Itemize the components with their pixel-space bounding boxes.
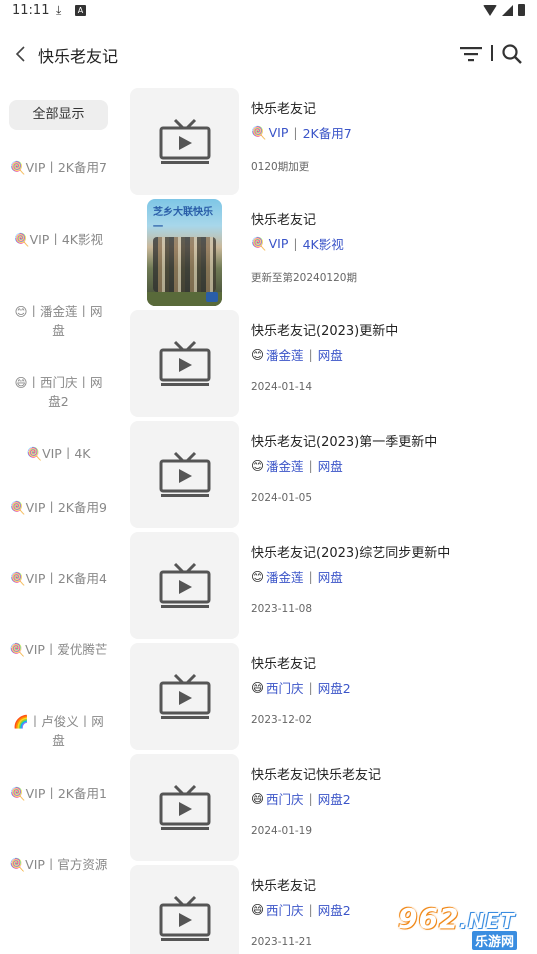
search-icon[interactable] [501, 43, 523, 65]
thumbnail[interactable] [130, 754, 239, 861]
result-source: 😊 潘金莲 | 网盘 [251, 569, 343, 585]
sidebar-item-source[interactable]: 🌈丨卢俊义丨网盘 [9, 712, 108, 750]
list-item[interactable]: 快乐老友记(2023)第一季更新中 😊 潘金莲 | 网盘 2024-01-05 [130, 421, 530, 529]
result-note: 2023-11-21 [251, 936, 313, 948]
list-item[interactable]: 快乐老友记 🍭 VIP | 2K备用7 0120期加更 [130, 88, 530, 196]
sidebar-item-source[interactable]: 🍭VIP丨官方资源 [9, 855, 108, 874]
list-item[interactable]: 芝乡大联快乐一 快乐老友记 🍭 VIP | 4K影视 更新至第20240120期 [130, 199, 530, 307]
result-note: 2023-11-08 [251, 603, 313, 615]
app-header: 快乐老友记 [0, 30, 537, 78]
result-source: 😄 西门庆 | 网盘2 [251, 902, 351, 918]
status-right [483, 4, 525, 16]
poster-image[interactable]: 芝乡大联快乐一 [147, 199, 222, 306]
result-title: 快乐老友记(2023)更新中 [251, 324, 399, 339]
result-note: 2024-01-19 [251, 825, 313, 837]
header-divider [491, 45, 493, 61]
sidebar-item-source[interactable]: 🍭VIP丨2K备用9 [9, 498, 108, 517]
a-icon: A [75, 5, 86, 16]
download-icon: ⤓ [56, 3, 62, 17]
result-title: 快乐老友记快乐老友记 [251, 768, 382, 783]
thumbnail[interactable] [130, 88, 239, 195]
result-title: 快乐老友记 [251, 213, 317, 228]
result-source: 🍭 VIP | 2K备用7 [251, 124, 352, 142]
sidebar-item-source[interactable]: 😄丨西门庆丨网盘2 [9, 373, 108, 411]
sidebar-item-source[interactable]: 🍭VIP丨4K [9, 444, 108, 463]
page-title: 快乐老友记 [38, 47, 119, 66]
sidebar-item-source[interactable]: 😊丨潘金莲丨网盘 [9, 302, 108, 340]
thumbnail[interactable] [130, 865, 239, 954]
battery-icon [518, 4, 525, 16]
result-source: 🍭 VIP | 4K影视 [251, 235, 344, 253]
result-title: 快乐老友记(2023)第一季更新中 [251, 435, 438, 450]
thumbnail[interactable] [130, 310, 239, 417]
tv-placeholder-icon [159, 118, 210, 164]
list-item[interactable]: 快乐老友记(2023)更新中 😊 潘金莲 | 网盘 2024-01-14 [130, 310, 530, 418]
list-item[interactable]: 快乐老友记(2023)综艺同步更新中 😊 潘金莲 | 网盘 2023-11-08 [130, 532, 530, 640]
result-title: 快乐老友记 [251, 879, 317, 894]
result-title: 快乐老友记(2023)综艺同步更新中 [251, 546, 451, 561]
wifi-icon [483, 4, 497, 16]
result-source: 😊 潘金莲 | 网盘 [251, 347, 343, 363]
result-note: 2024-01-14 [251, 381, 313, 393]
sidebar-item-source[interactable]: 🍭VIP丨2K备用4 [9, 569, 108, 588]
sidebar-item-all[interactable]: 全部显示 [9, 100, 108, 130]
result-note: 2024-01-05 [251, 492, 313, 504]
signal-icon [502, 4, 513, 16]
tv-placeholder-icon [159, 784, 210, 830]
list-item[interactable]: 快乐老友记快乐老友记 😄 西门庆 | 网盘2 2024-01-19 [130, 754, 530, 862]
filter-icon[interactable] [459, 45, 483, 63]
thumbnail[interactable] [130, 532, 239, 639]
tv-placeholder-icon [159, 673, 210, 719]
list-item[interactable]: 快乐老友记 😄 西门庆 | 网盘2 2023-12-02 [130, 643, 530, 751]
thumbnail[interactable] [130, 643, 239, 750]
status-time: 11:11 [12, 3, 50, 18]
result-source: 😄 西门庆 | 网盘2 [251, 680, 351, 696]
sidebar-item-source[interactable]: 🍭VIP丨4K影视 [9, 230, 108, 249]
result-note: 0120期加更 [251, 161, 310, 173]
sidebar-item-source[interactable]: 🍭VIP丨爱优腾芒 [9, 640, 108, 659]
tv-placeholder-icon [159, 562, 210, 608]
tv-placeholder-icon [159, 340, 210, 386]
chevron-left-icon[interactable] [12, 44, 32, 64]
site-watermark: 962.NET 乐游网 [398, 902, 518, 950]
result-note: 2023-12-02 [251, 714, 313, 726]
result-title: 快乐老友记 [251, 657, 317, 672]
sidebar-item-source[interactable]: 🍭VIP丨2K备用7 [9, 158, 108, 177]
sidebar-item-source[interactable]: 🍭VIP丨2K备用1 [9, 784, 108, 803]
status-bar: 11:11 ⤓ A [0, 0, 537, 24]
result-title: 快乐老友记 [251, 102, 317, 117]
result-source: 😊 潘金莲 | 网盘 [251, 458, 343, 474]
result-source: 😄 西门庆 | 网盘2 [251, 791, 351, 807]
tv-placeholder-icon [159, 895, 210, 941]
result-note: 更新至第20240120期 [251, 272, 357, 284]
thumbnail[interactable] [130, 421, 239, 528]
tv-placeholder-icon [159, 451, 210, 497]
